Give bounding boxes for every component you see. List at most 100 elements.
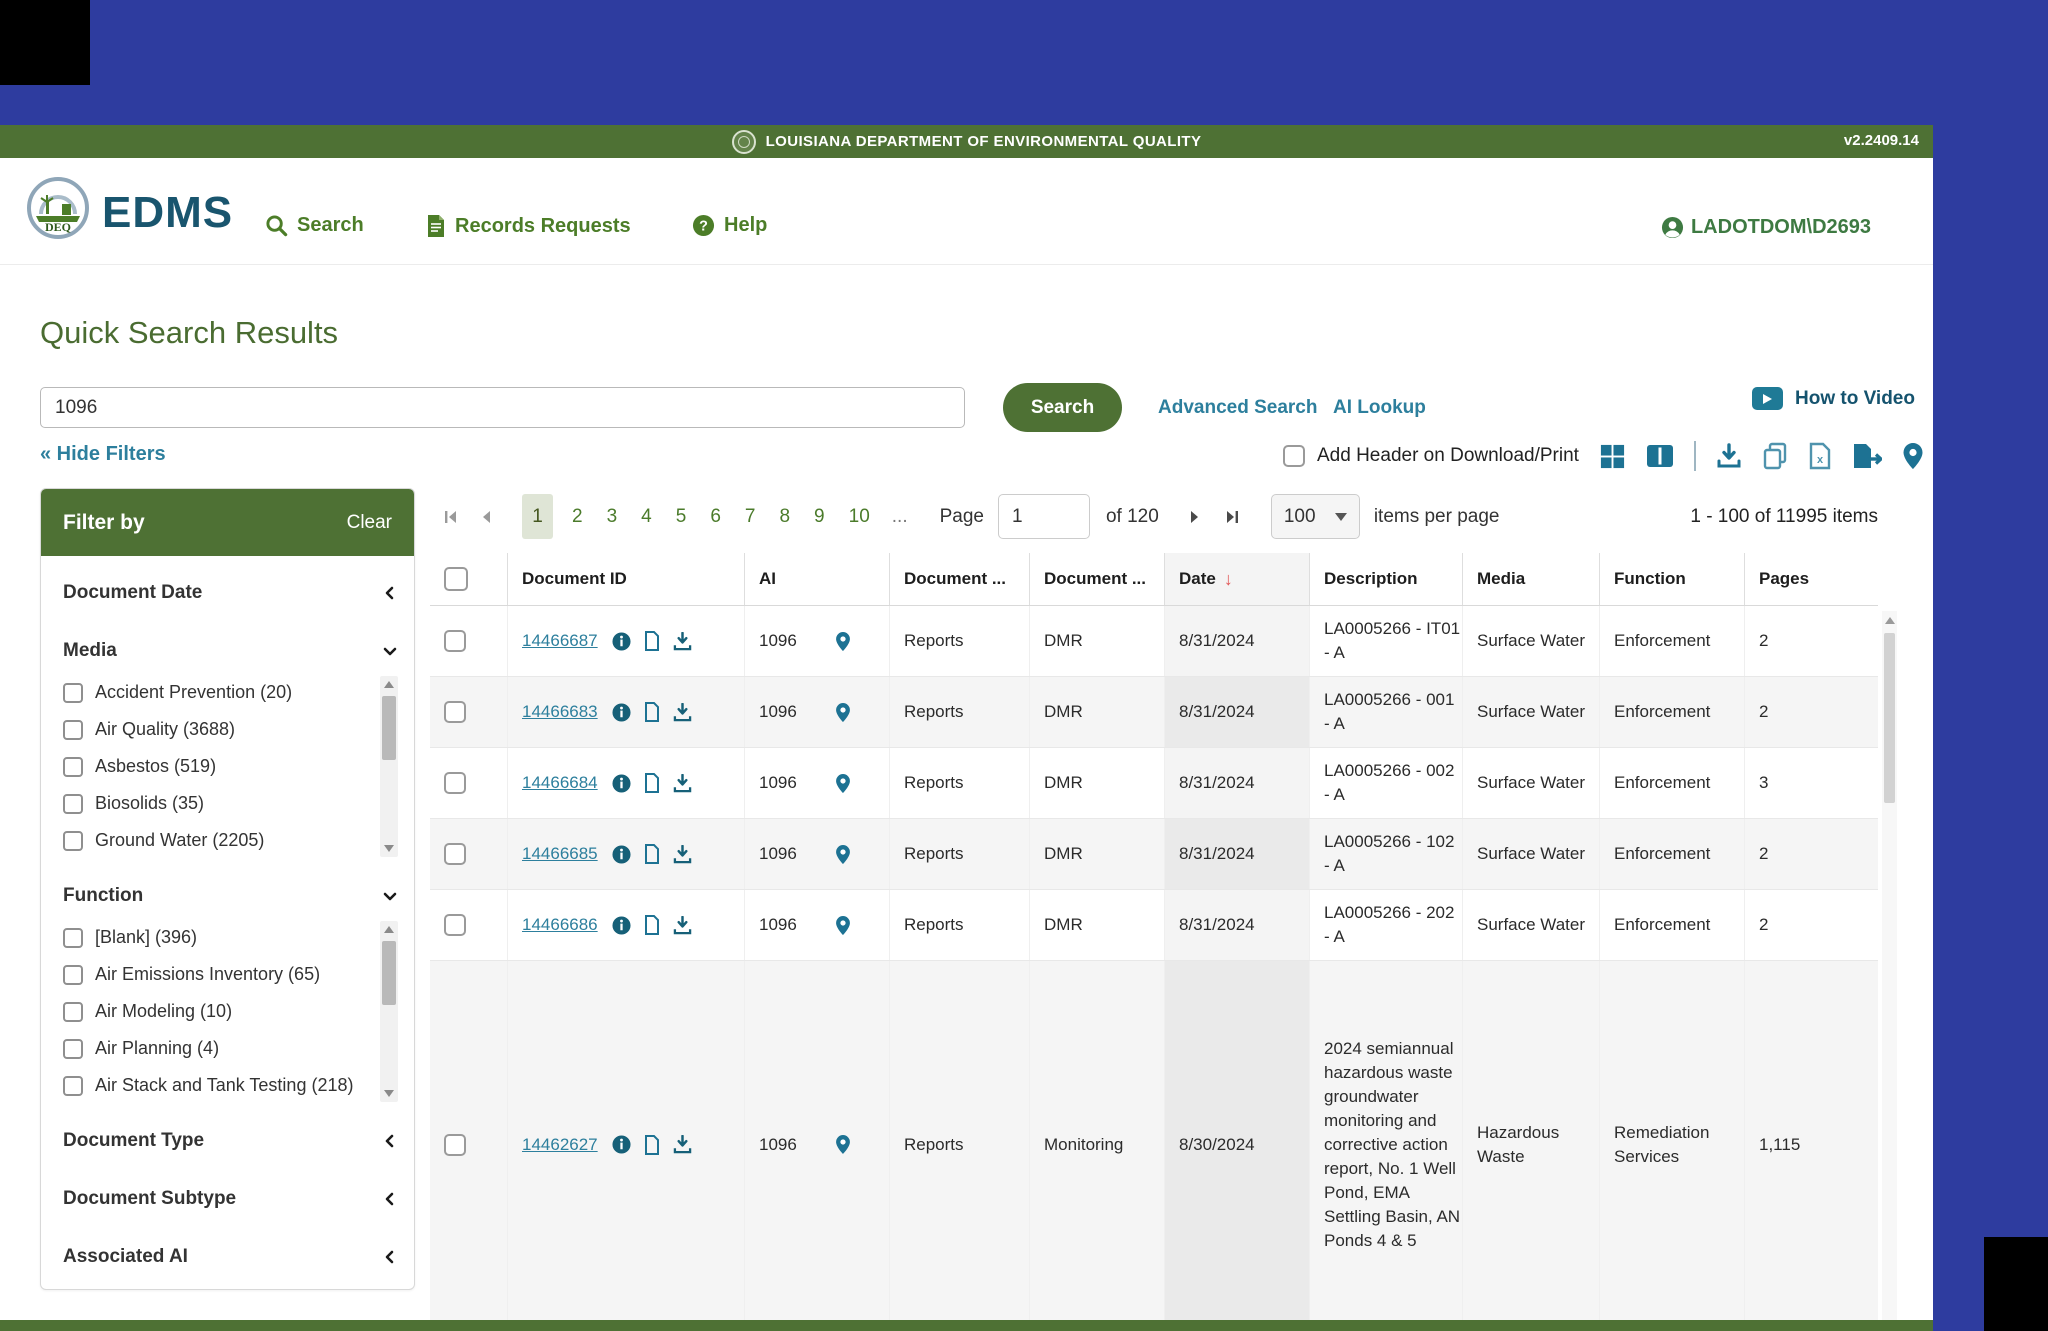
filter-option[interactable]: Asbestos (519) — [63, 748, 370, 785]
map-pin-icon[interactable] — [835, 773, 851, 794]
excel-export-icon[interactable]: x — [1808, 442, 1832, 470]
grid-view-icon[interactable] — [1599, 443, 1626, 470]
map-pin-icon[interactable] — [835, 631, 851, 652]
info-icon[interactable] — [612, 844, 631, 864]
page-number-9[interactable]: 9 — [814, 506, 825, 528]
info-icon[interactable] — [612, 1135, 631, 1154]
row-checkbox[interactable] — [444, 772, 466, 794]
page-number-1[interactable]: 1 — [522, 494, 553, 539]
advanced-search-link[interactable]: Advanced Search — [1158, 397, 1317, 419]
document-icon[interactable] — [644, 773, 660, 793]
map-pin-icon[interactable] — [835, 844, 851, 865]
row-checkbox[interactable] — [444, 701, 466, 723]
previous-page-button[interactable] — [480, 510, 492, 524]
map-pin-icon[interactable] — [1902, 442, 1924, 470]
nav-records-requests[interactable]: Records Requests — [426, 214, 631, 238]
items-per-page-select[interactable]: 100 — [1270, 494, 1360, 539]
select-all-checkbox[interactable] — [444, 567, 468, 591]
last-page-button[interactable] — [1225, 510, 1239, 524]
function-list-scrollbar[interactable] — [380, 921, 398, 1102]
document-icon[interactable] — [644, 844, 660, 864]
nav-help[interactable]: ? Help — [692, 214, 767, 237]
filter-clear-button[interactable]: Clear — [347, 512, 392, 534]
user-menu[interactable]: LADOTDOM\D2693 — [1661, 216, 1871, 239]
col-document-subtype[interactable]: Document ... — [1030, 553, 1165, 605]
checkbox[interactable] — [63, 927, 83, 948]
checkbox[interactable] — [63, 830, 83, 851]
checkbox[interactable] — [63, 1038, 83, 1059]
export-document-icon[interactable] — [1852, 442, 1882, 470]
add-header-checkbox[interactable] — [1283, 445, 1305, 467]
page-number-6[interactable]: 6 — [710, 506, 721, 528]
media-list-scrollbar[interactable] — [380, 676, 398, 857]
map-pin-icon[interactable] — [835, 1134, 851, 1155]
next-page-button[interactable] — [1189, 510, 1201, 524]
document-id-link[interactable]: 14466685 — [522, 844, 598, 864]
filter-option[interactable]: Biosolids (35) — [63, 785, 370, 822]
document-icon[interactable] — [644, 631, 660, 651]
checkbox[interactable] — [63, 756, 83, 777]
col-media[interactable]: Media — [1463, 553, 1600, 605]
ai-lookup-link[interactable]: AI Lookup — [1333, 397, 1426, 419]
filter-option[interactable]: Accident Prevention (20) — [63, 674, 370, 711]
filter-option[interactable]: Air Modeling (10) — [63, 993, 370, 1030]
page-number-3[interactable]: 3 — [607, 506, 618, 528]
col-document-type[interactable]: Document ... — [890, 553, 1030, 605]
filter-section-function[interactable]: Function — [63, 875, 398, 917]
table-scrollbar[interactable] — [1882, 611, 1897, 1325]
checkbox[interactable] — [63, 793, 83, 814]
col-description[interactable]: Description — [1310, 553, 1463, 605]
first-page-button[interactable] — [444, 510, 458, 524]
info-icon[interactable] — [612, 631, 631, 651]
info-icon[interactable] — [612, 702, 631, 722]
page-number-10[interactable]: 10 — [849, 506, 870, 528]
page-number-5[interactable]: 5 — [676, 506, 687, 528]
hide-filters-link[interactable]: « Hide Filters — [40, 443, 166, 466]
search-button[interactable]: Search — [1003, 383, 1122, 432]
filter-option[interactable]: [Blank] (396) — [63, 919, 370, 956]
filter-section-document-subtype[interactable]: Document Subtype — [63, 1178, 398, 1220]
checkbox[interactable] — [63, 682, 83, 703]
checkbox[interactable] — [63, 1075, 83, 1096]
filter-option[interactable]: Air Planning (4) — [63, 1030, 370, 1067]
filter-section-associated-ai[interactable]: Associated AI — [63, 1236, 398, 1278]
row-checkbox[interactable] — [444, 630, 466, 652]
document-icon[interactable] — [644, 915, 660, 935]
nav-search[interactable]: Search — [265, 214, 364, 237]
row-checkbox[interactable] — [444, 1133, 466, 1156]
download-icon[interactable] — [673, 773, 692, 793]
document-id-link[interactable]: 14466683 — [522, 702, 598, 722]
download-icon[interactable] — [673, 702, 692, 722]
how-to-video-link[interactable]: How to Video — [1752, 387, 1915, 410]
col-function[interactable]: Function — [1600, 553, 1745, 605]
document-icon[interactable] — [644, 702, 660, 722]
download-icon[interactable] — [1716, 443, 1742, 469]
filter-option[interactable]: Air Emissions Inventory (65) — [63, 956, 370, 993]
page-number-2[interactable]: 2 — [572, 506, 583, 528]
row-checkbox[interactable] — [444, 843, 466, 865]
document-id-link[interactable]: 14462627 — [522, 1135, 598, 1155]
col-ai[interactable]: AI — [745, 553, 890, 605]
download-icon[interactable] — [673, 915, 692, 935]
filter-section-document-type[interactable]: Document Type — [63, 1120, 398, 1162]
checkbox[interactable] — [63, 964, 83, 985]
document-icon[interactable] — [644, 1134, 660, 1155]
info-icon[interactable] — [612, 915, 631, 935]
download-icon[interactable] — [673, 1135, 692, 1154]
filter-option[interactable]: Ground Water (2205) — [63, 822, 370, 859]
info-icon[interactable] — [612, 773, 631, 793]
download-icon[interactable] — [673, 844, 692, 864]
page-number-4[interactable]: 4 — [641, 506, 652, 528]
page-input[interactable] — [997, 494, 1090, 539]
filter-option[interactable]: Air Quality (3688) — [63, 711, 370, 748]
filter-section-document-date[interactable]: Document Date — [63, 572, 398, 614]
col-date[interactable]: Date ↓ — [1165, 553, 1310, 605]
map-pin-icon[interactable] — [835, 702, 851, 723]
checkbox[interactable] — [63, 1001, 83, 1022]
document-id-link[interactable]: 14466686 — [522, 915, 598, 935]
page-number-7[interactable]: 7 — [745, 506, 756, 528]
row-checkbox[interactable] — [444, 914, 466, 936]
page-number-8[interactable]: 8 — [779, 506, 790, 528]
search-input[interactable] — [40, 387, 965, 428]
col-document-id[interactable]: Document ID — [508, 553, 745, 605]
